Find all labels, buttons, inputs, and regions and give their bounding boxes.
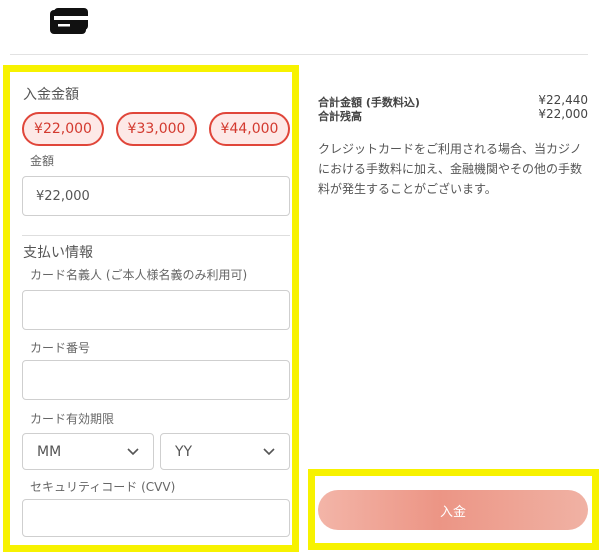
amount-label: 金額 [30, 154, 55, 168]
chevron-down-icon [263, 447, 275, 455]
amount-input[interactable]: ¥22,000 [22, 176, 290, 216]
total-balance-label: 合計残高 [318, 110, 362, 123]
amount-preset-44000[interactable]: ¥44,000 [209, 112, 290, 146]
expiry-year-value: YY [175, 443, 193, 460]
fee-notice: クレジットカードをご利用される場合、当カジノにおける手数料に加え、金融機関やその… [318, 142, 583, 196]
header-divider [10, 54, 588, 55]
deposit-amount-title: 入金金額 [23, 87, 79, 103]
card-number-input[interactable] [22, 360, 290, 400]
deposit-button[interactable]: 入金 [318, 490, 588, 530]
total-balance-value: ¥22,000 [538, 107, 588, 121]
card-number-label: カード番号 [30, 341, 91, 355]
section-divider [22, 235, 290, 236]
expiry-month-select[interactable]: MM [22, 433, 154, 470]
cardholder-label: カード名義人 (ご本人様名義のみ利用可) [30, 268, 248, 282]
credit-card-icon [50, 8, 88, 34]
expiry-year-select[interactable]: YY [160, 433, 290, 470]
cvv-label: セキュリティコード (CVV) [30, 480, 176, 494]
expiry-label: カード有効期限 [30, 412, 115, 426]
chevron-down-icon [127, 447, 139, 455]
amount-preset-33000[interactable]: ¥33,000 [116, 112, 197, 146]
payment-info-title: 支払い情報 [23, 245, 93, 261]
amount-preset-22000[interactable]: ¥22,000 [22, 112, 104, 146]
amount-input-value: ¥22,000 [36, 188, 90, 204]
total-amount-value: ¥22,440 [538, 93, 588, 107]
expiry-month-value: MM [37, 443, 62, 460]
cvv-input[interactable] [22, 499, 290, 537]
cardholder-input[interactable] [22, 290, 290, 330]
